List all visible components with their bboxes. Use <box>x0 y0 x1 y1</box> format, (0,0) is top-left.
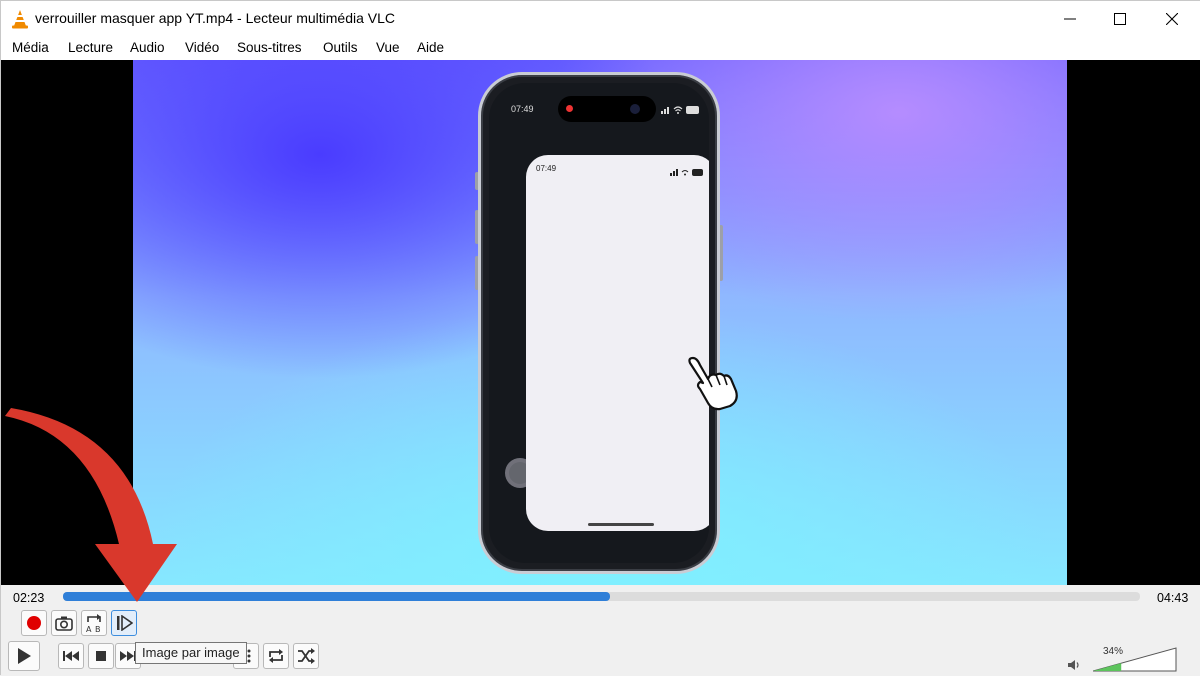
video-frame: 07:49 07:49 <box>133 60 1067 585</box>
card-status-time: 07:49 <box>536 164 557 173</box>
card-status-icons <box>670 164 704 182</box>
loop-icon <box>269 649 283 663</box>
menu-outils[interactable]: Outils <box>323 40 358 55</box>
menu-vue[interactable]: Vue <box>376 40 400 55</box>
shuffle-button[interactable] <box>293 643 319 669</box>
menu-lecture[interactable]: Lecture <box>68 40 113 55</box>
maximize-icon <box>1114 13 1126 25</box>
menu-bar: Média Lecture Audio Vidéo Sous-titres Ou… <box>1 37 1200 60</box>
vlc-window: verrouiller masquer app YT.mp4 - Lecteur… <box>0 0 1200 676</box>
record-icon <box>27 616 41 630</box>
menu-aide[interactable]: Aide <box>417 40 444 55</box>
window-title: verrouiller masquer app YT.mp4 - Lecteur… <box>35 10 396 26</box>
frame-step-icon <box>117 615 133 631</box>
home-indicator <box>588 523 654 526</box>
menu-media[interactable]: Média <box>12 40 49 55</box>
close-button[interactable] <box>1147 1 1197 37</box>
previous-icon <box>63 651 79 661</box>
loop-button[interactable] <box>263 643 289 669</box>
phone-screen: 07:49 07:49 <box>489 83 709 563</box>
ab-loop-button[interactable]: A B <box>81 610 107 636</box>
phone-mockup: 07:49 07:49 <box>478 72 720 574</box>
ab-loop-icon: A B <box>86 614 101 633</box>
red-arrow-annotation <box>5 408 177 602</box>
play-icon <box>18 648 31 664</box>
front-camera-icon <box>630 104 640 114</box>
dynamic-island <box>558 96 656 122</box>
svg-text:B: B <box>95 625 101 633</box>
stop-button[interactable] <box>88 643 114 669</box>
title-bar: verrouiller masquer app YT.mp4 - Lecteur… <box>1 1 1200 37</box>
phone-status-icons <box>661 103 701 121</box>
menu-video[interactable]: Vidéo <box>185 40 219 55</box>
close-icon <box>1166 13 1178 25</box>
menu-audio[interactable]: Audio <box>130 40 165 55</box>
vlc-cone-icon <box>11 9 29 29</box>
svg-text:A: A <box>86 625 92 633</box>
phone-status-time: 07:49 <box>511 104 534 114</box>
snapshot-button[interactable] <box>51 610 77 636</box>
camera-icon <box>55 616 73 631</box>
play-button[interactable] <box>8 641 40 671</box>
minimize-icon <box>1064 18 1076 20</box>
tooltip: Image par image <box>135 642 247 664</box>
record-button[interactable] <box>21 610 47 636</box>
stop-icon <box>96 651 106 661</box>
volume-percent: 34% <box>1103 646 1124 657</box>
total-time: 04:43 <box>1157 591 1189 605</box>
previous-button[interactable] <box>58 643 84 669</box>
maximize-button[interactable] <box>1095 1 1145 37</box>
app-switcher-card: 07:49 <box>526 155 709 531</box>
minimize-button[interactable] <box>1045 1 1095 37</box>
pointing-hand-icon <box>686 355 740 416</box>
seek-bar[interactable] <box>63 592 1140 601</box>
shuffle-icon <box>298 648 315 664</box>
speaker-icon[interactable] <box>1067 658 1081 676</box>
frame-step-button[interactable] <box>111 610 137 636</box>
menu-sous-titres[interactable]: Sous-titres <box>237 40 302 55</box>
recording-dot-icon <box>566 105 573 112</box>
